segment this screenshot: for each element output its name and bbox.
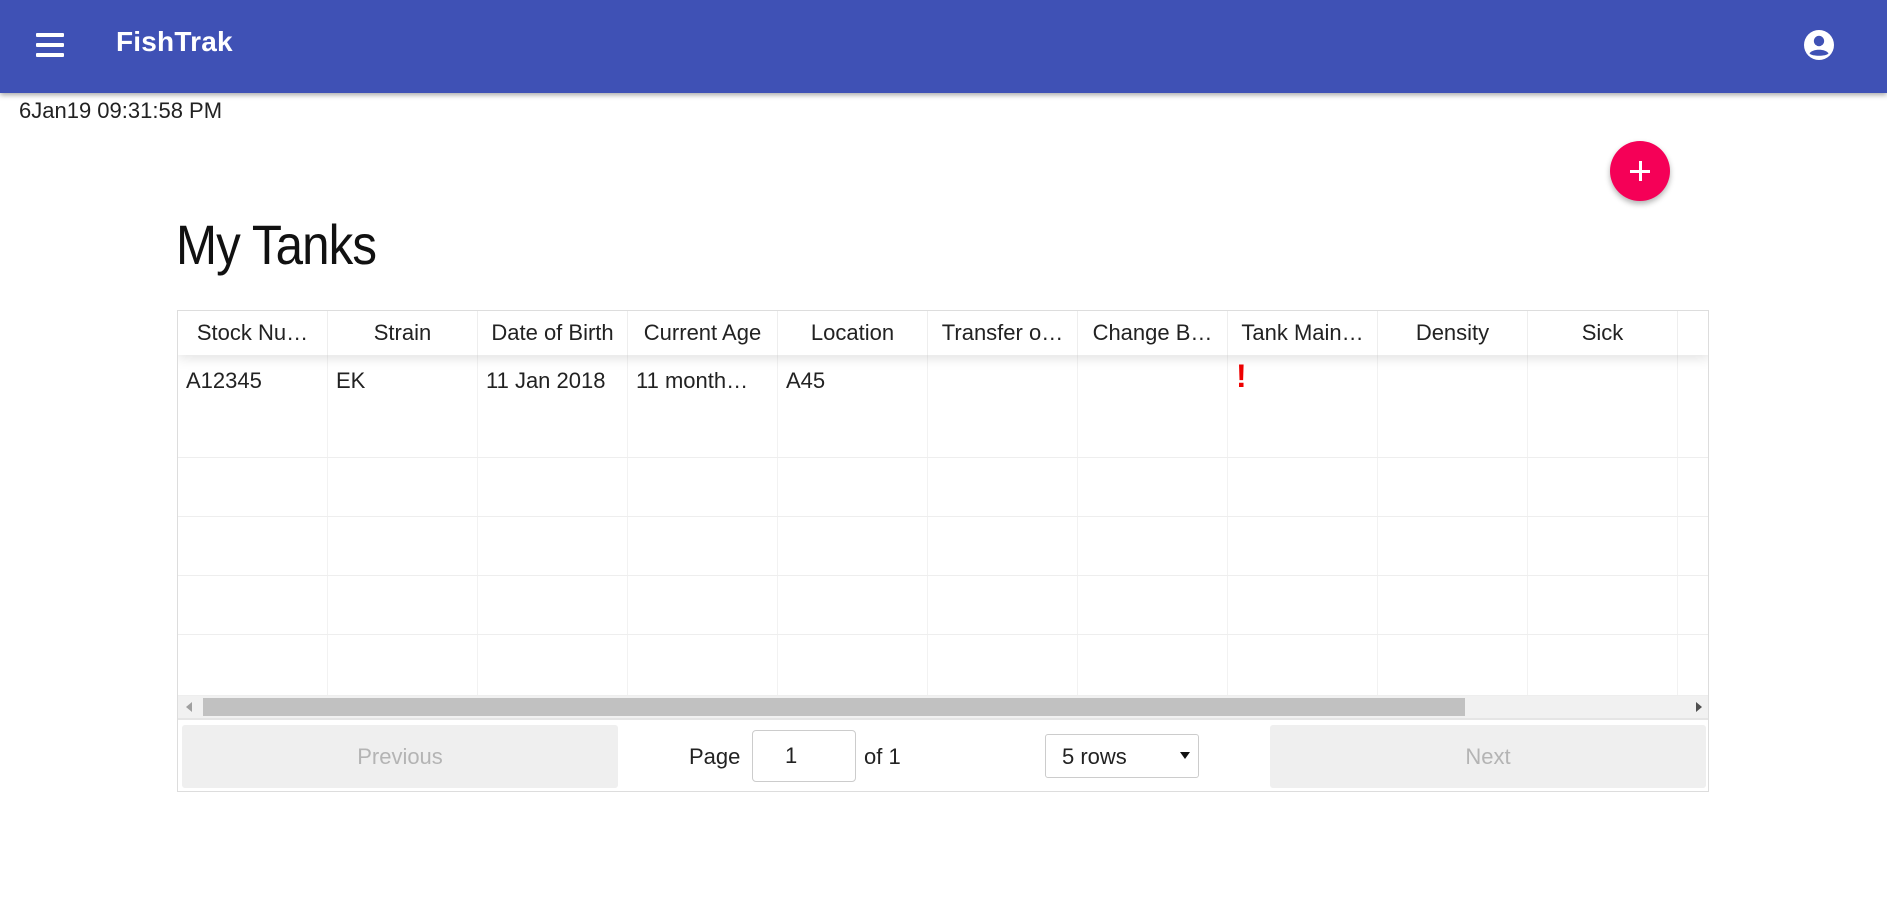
- table-header: Stock Nu… Strain Date of Birth Current Age L…: [178, 311, 1708, 355]
- table-cell: [328, 517, 478, 575]
- previous-button[interactable]: Previous: [182, 725, 618, 788]
- app-title: FishTrak: [116, 26, 233, 57]
- page-count-label: of 1: [864, 744, 901, 769]
- next-button[interactable]: Next: [1270, 725, 1706, 788]
- cell-text: A45: [786, 368, 826, 393]
- column-header[interactable]: Strain: [328, 311, 478, 355]
- app-bar: FishTrak: [0, 0, 1887, 93]
- table-cell: [1678, 635, 1708, 695]
- cell-text: EK: [336, 368, 366, 393]
- table-cell: [1378, 517, 1528, 575]
- cell-text: 11 Jan 2018: [486, 368, 606, 393]
- column-header[interactable]: Sick: [1528, 311, 1678, 355]
- tanks-table: Stock Nu… Strain Date of Birth Current Age L…: [177, 310, 1709, 792]
- column-header[interactable]: Tank Main…: [1228, 311, 1378, 355]
- table-cell: [928, 635, 1078, 695]
- table-cell: [928, 355, 1078, 457]
- table-cell: [1078, 458, 1228, 516]
- scroll-left-icon[interactable]: [186, 702, 192, 712]
- table-cell: [1528, 635, 1678, 695]
- table-cell: [628, 576, 778, 634]
- table-cell: 11 Jan 2018: [478, 355, 628, 457]
- table-cell: [1228, 576, 1378, 634]
- table-cell: [1678, 458, 1708, 516]
- table-cell: [328, 635, 478, 695]
- menu-icon[interactable]: [32, 28, 68, 64]
- table-cell: [1228, 458, 1378, 516]
- table-cell: A45: [778, 355, 928, 457]
- table-cell: [778, 458, 928, 516]
- table-cell: A12345: [178, 355, 328, 457]
- table-cell: [1228, 517, 1378, 575]
- table-cell: [928, 517, 1078, 575]
- table-row[interactable]: [178, 458, 1708, 517]
- table-cell: [778, 517, 928, 575]
- table-cell: [1078, 355, 1228, 457]
- table-cell: [928, 458, 1078, 516]
- scrollbar-thumb[interactable]: [203, 698, 1465, 716]
- table-row[interactable]: [178, 576, 1708, 635]
- column-header[interactable]: Density: [1378, 311, 1528, 355]
- column-header[interactable]: Current Age: [628, 311, 778, 355]
- table-cell: [1378, 576, 1528, 634]
- scroll-right-icon[interactable]: [1696, 702, 1702, 712]
- table-cell: [178, 576, 328, 634]
- table-cell: [178, 635, 328, 695]
- page-number-input[interactable]: [752, 730, 856, 782]
- page-title: My Tanks: [176, 213, 377, 276]
- horizontal-scrollbar[interactable]: [178, 696, 1708, 718]
- table-cell: [178, 517, 328, 575]
- cell-text: 11 month…: [636, 368, 749, 393]
- table-cell: [628, 517, 778, 575]
- table-cell: [928, 576, 1078, 634]
- table-cell: [478, 517, 628, 575]
- table-cell: [1678, 517, 1708, 575]
- account-circle-icon[interactable]: [1802, 28, 1836, 62]
- table-cell: 11 month…: [628, 355, 778, 457]
- table-cell: [1678, 355, 1708, 457]
- table-cell: [178, 458, 328, 516]
- table-cell: [1528, 576, 1678, 634]
- table-cell: [778, 635, 928, 695]
- add-tank-button[interactable]: [1610, 141, 1670, 201]
- table-cell: [1378, 355, 1528, 457]
- table-cell: [1078, 576, 1228, 634]
- table-cell: [1528, 355, 1678, 457]
- table-cell: [1678, 576, 1708, 634]
- column-header[interactable]: Stock Nu…: [178, 311, 328, 355]
- table-cell: [778, 576, 928, 634]
- table-row[interactable]: [178, 635, 1708, 696]
- table-cell: [1228, 635, 1378, 695]
- rows-per-page-value: 5 rows: [1062, 744, 1127, 769]
- table-row[interactable]: [178, 517, 1708, 576]
- table-cell: !: [1228, 355, 1378, 457]
- column-header[interactable]: Date of Birth: [478, 311, 628, 355]
- table-cell: [1378, 635, 1528, 695]
- exclamation-icon: !: [1236, 358, 1247, 394]
- table-cell: [628, 458, 778, 516]
- table-cell: [328, 458, 478, 516]
- table-cell: [1378, 458, 1528, 516]
- cell-text: A12345: [186, 368, 262, 393]
- table-cell: [1528, 458, 1678, 516]
- table-row[interactable]: A12345 EK 11 Jan 2018 11 month… A45!: [178, 355, 1708, 458]
- table-cell: [628, 635, 778, 695]
- chevron-down-icon: [1180, 752, 1190, 759]
- table-cell: EK: [328, 355, 478, 457]
- page-label: Page: [689, 744, 741, 769]
- column-header[interactable]: Change B…: [1078, 311, 1228, 355]
- rows-per-page-select[interactable]: 5 rows: [1045, 734, 1199, 778]
- column-header[interactable]: Transfer o…: [928, 311, 1078, 355]
- column-header[interactable]: Location: [778, 311, 928, 355]
- table-cell: [1078, 635, 1228, 695]
- table-cell: [478, 458, 628, 516]
- table-cell: [478, 576, 628, 634]
- table-cell: [478, 635, 628, 695]
- table-cell: [1528, 517, 1678, 575]
- table-cell: [328, 576, 478, 634]
- timestamp: 6Jan19 09:31:58 PM: [19, 98, 223, 123]
- table-cell: [1078, 517, 1228, 575]
- pagination-bar: Previous Page of 1 5 rows Next: [178, 718, 1708, 791]
